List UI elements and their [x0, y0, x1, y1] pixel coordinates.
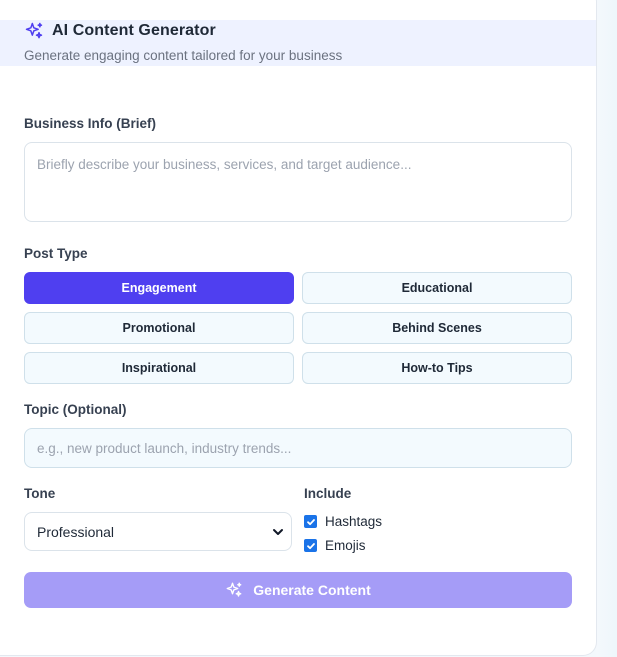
- post-type-educational-button[interactable]: Educational: [302, 272, 572, 304]
- emojis-label: Emojis: [325, 538, 366, 553]
- business-info-label: Business Info (Brief): [24, 116, 157, 131]
- checkmark-icon: [306, 518, 315, 525]
- topic-label: Topic (Optional): [24, 402, 127, 417]
- business-info-textarea[interactable]: [24, 142, 572, 222]
- post-type-how-to-tips-button[interactable]: How-to Tips: [302, 352, 572, 384]
- post-type-label: Post Type: [24, 246, 88, 261]
- include-label: Include: [304, 486, 352, 501]
- sparkle-icon: [25, 22, 43, 39]
- topic-input[interactable]: [24, 428, 572, 468]
- post-type-inspirational-button[interactable]: Inspirational: [24, 352, 294, 384]
- post-type-promotional-button[interactable]: Promotional: [24, 312, 294, 344]
- hashtags-checkbox[interactable]: [304, 515, 317, 528]
- chevron-down-icon: [273, 529, 283, 535]
- generate-content-label: Generate Content: [253, 582, 371, 598]
- sparkle-icon: [226, 582, 242, 597]
- tone-label: Tone: [24, 486, 56, 501]
- emojis-checkbox[interactable]: [304, 539, 317, 552]
- page-title: AI Content Generator: [52, 22, 216, 39]
- tone-select[interactable]: Professional: [24, 512, 292, 551]
- page-subtitle: Generate engaging content tailored for y…: [24, 48, 343, 63]
- tone-selected-value: Professional: [37, 523, 115, 540]
- page-background: [596, 0, 617, 657]
- hashtags-label: Hashtags: [325, 514, 383, 529]
- generate-content-button[interactable]: Generate Content: [24, 572, 572, 608]
- header-title-row: AI Content Generator: [24, 20, 216, 42]
- emojis-option: Emojis: [304, 538, 366, 553]
- post-type-engagement-button[interactable]: Engagement: [24, 272, 294, 304]
- checkmark-icon: [306, 542, 315, 549]
- post-type-behind-scenes-button[interactable]: Behind Scenes: [302, 312, 572, 344]
- hashtags-option: Hashtags: [304, 514, 382, 529]
